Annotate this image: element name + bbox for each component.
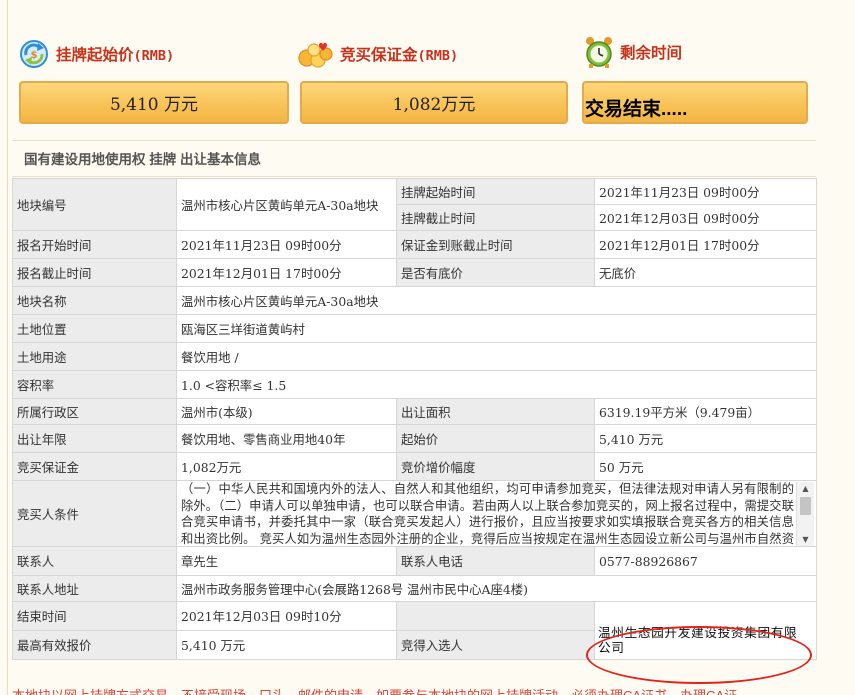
table-row: 土地位置 瓯海区三垟街道黄屿村: [12, 314, 817, 343]
table-row: 报名开始时间 2021年11月23日 09时00分 保证金到账截止时间 2021…: [12, 230, 817, 259]
parcel-no-label: 地块编号: [12, 178, 177, 231]
remaining-time-heading: 剩余时间: [584, 34, 682, 70]
top-bid-label: 最高有效报价: [12, 630, 177, 660]
start-price-value: 5,410 万元: [109, 95, 199, 115]
listing-end-label: 挂牌截止时间: [396, 204, 595, 231]
signup-end-label: 报名截止时间: [12, 258, 177, 287]
conditions-scrollbar[interactable]: ▲ ▼: [796, 482, 814, 546]
listing-end-value: 2021年12月03日 09时00分: [594, 204, 817, 231]
address-value: 温州市政务服务管理中心(会展路1268号 温州市民中心A座4楼): [176, 575, 817, 602]
parcel-info-table: 地块编号 温州市核心片区黄屿单元A-30a地块 挂牌起始时间 2021年11月2…: [12, 178, 817, 660]
deposit-deadline-value: 2021年12月01日 17时00分: [594, 230, 817, 259]
contact-value: 章先生: [176, 546, 397, 576]
conditions-cell: （一）中华人民共和国境内外的法人、自然人和其他组织，均可申请参加竞买，但法律法规…: [176, 480, 817, 547]
scrollbar-thumb[interactable]: [800, 497, 811, 515]
coins-heart-icon: [296, 38, 334, 70]
increment-label: 竞价增价幅度: [396, 452, 595, 481]
conditions-text: （一）中华人民共和国境内外的法人、自然人和其他组织，均可申请参加竞买，但法律法规…: [181, 482, 794, 546]
listing-start-value: 2021年11月23日 09时00分: [594, 178, 817, 205]
table-row: 所属行政区 温州市(本级) 出让面积 6319.19平方米（9.479亩）: [12, 398, 817, 425]
start-price-row-value: 5,410 万元: [594, 424, 817, 453]
term-value: 餐饮用地、零售商业用地40年: [176, 424, 397, 453]
alarm-clock-icon: [584, 35, 614, 69]
deposit-label: 竞买保证金: [340, 47, 418, 64]
conditions-label: 竞买人条件: [12, 480, 177, 547]
district-label: 所属行政区: [12, 398, 177, 425]
end-time-label: 结束时间: [12, 601, 177, 631]
start-price-box: 5,410 万元: [19, 81, 289, 124]
conditions-textarea[interactable]: （一）中华人民共和国境内外的法人、自然人和其他组织，均可申请参加竞买，但法律法规…: [177, 482, 816, 546]
section-top-divider: [12, 140, 816, 141]
deposit-heading: 竞买保证金(RMB): [296, 36, 458, 72]
table-row: 出让年限 餐饮用地、零售商业用地40年 起始价 5,410 万元: [12, 424, 817, 453]
winner-label: 竞得入选人: [396, 630, 595, 660]
parcel-name-value: 温州市核心片区黄屿单元A-30a地块: [176, 286, 817, 315]
page-left-border: [7, 0, 8, 695]
reserve-label: 是否有底价: [396, 258, 595, 287]
reserve-value: 无底价: [594, 258, 817, 287]
location-label: 土地位置: [12, 314, 177, 343]
deposit-value: 1,082万元: [392, 95, 476, 115]
area-label: 出让面积: [396, 398, 595, 425]
phone-label: 联系人电话: [396, 546, 595, 576]
location-value: 瓯海区三垟街道黄屿村: [176, 314, 817, 343]
start-price-row-label: 起始价: [396, 424, 595, 453]
deposit-unit: (RMB): [417, 48, 459, 64]
contact-label: 联系人: [12, 546, 177, 576]
top-bid-value: 5,410 万元: [176, 630, 397, 660]
start-price-unit: (RMB): [133, 48, 175, 64]
table-row: 联系人地址 温州市政务服务管理中心(会展路1268号 温州市民中心A座4楼): [12, 575, 817, 602]
section-title: 国有建设用地使用权 挂牌 出让基本信息: [24, 152, 262, 167]
trading-notice: 本地块以网上挂牌方式交易，不接受现场、口头、邮件的申请，如要参与本地块的网上挂牌…: [12, 685, 737, 695]
scroll-up-arrow-icon[interactable]: ▲: [797, 482, 814, 495]
deposit-box: 1,082万元: [300, 81, 568, 124]
start-price-heading: $ 挂牌起始价(RMB): [18, 36, 174, 72]
far-value: 1.0 <容积率≤ 1.5: [176, 370, 817, 399]
end-time-value: 2021年12月03日 09时10分: [176, 601, 397, 631]
table-row: 地块编号 温州市核心片区黄屿单元A-30a地块 挂牌起始时间 2021年11月2…: [12, 178, 817, 231]
bid-deposit-value: 1,082万元: [176, 452, 397, 481]
increment-value: 50 万元: [594, 452, 817, 481]
table-row: 联系人 章先生 联系人电话 0577-88926867: [12, 546, 817, 576]
table-row: 竞买保证金 1,082万元 竞价增价幅度 50 万元: [12, 452, 817, 481]
winner-value: 温州生态园开发建设投资集团有限公司: [598, 625, 798, 655]
table-row: 土地用途 餐饮用地 /: [12, 342, 817, 371]
money-refresh-icon: $: [18, 38, 50, 70]
remaining-time-label: 剩余时间: [620, 45, 683, 62]
phone-value: 0577-88926867: [594, 546, 817, 576]
scroll-down-arrow-icon[interactable]: ▼: [797, 533, 814, 546]
table-row: 竞买人条件 （一）中华人民共和国境内外的法人、自然人和其他组织，均可申请参加竞买…: [12, 480, 817, 547]
signup-start-label: 报名开始时间: [12, 230, 177, 259]
start-price-label: 挂牌起始价: [56, 47, 134, 64]
signup-start-value: 2021年11月23日 09时00分: [176, 230, 397, 259]
usage-label: 土地用途: [12, 342, 177, 371]
parcel-no-value: 温州市核心片区黄屿单元A-30a地块: [176, 178, 397, 231]
auction-page: $ 挂牌起始价(RMB) 5,410 万元 竞买保证金(RMB) 1,082万元: [0, 0, 855, 695]
area-value: 6319.19平方米（9.479亩）: [594, 398, 817, 425]
bid-deposit-label: 竞买保证金: [12, 452, 177, 481]
far-label: 容积率: [12, 370, 177, 399]
table-row: 报名截止时间 2021年12月01日 17时00分 是否有底价 无底价: [12, 258, 817, 287]
district-value: 温州市(本级): [176, 398, 397, 425]
winner-cell: 温州生态园开发建设投资集团有限公司: [594, 601, 817, 660]
section-bottom-divider: [12, 176, 816, 177]
remaining-time-box: 交易结束.....: [582, 81, 808, 124]
table-row: 结束时间 2021年12月03日 09时10分 温州生态园开发建设投资集团有限公…: [12, 601, 817, 660]
blank-label-cell: [396, 601, 595, 631]
notice-strip: 本地块以网上挂牌方式交易，不接受现场、口头、邮件的申请，如要参与本地块的网上挂牌…: [0, 683, 855, 695]
signup-end-value: 2021年12月01日 17时00分: [176, 258, 397, 287]
deposit-deadline-label: 保证金到账截止时间: [396, 230, 595, 259]
svg-text:$: $: [31, 50, 38, 61]
remaining-time-value: 交易结束.....: [585, 99, 688, 120]
term-label: 出让年限: [12, 424, 177, 453]
table-row: 地块名称 温州市核心片区黄屿单元A-30a地块: [12, 286, 817, 315]
parcel-name-label: 地块名称: [12, 286, 177, 315]
table-row: 容积率 1.0 <容积率≤ 1.5: [12, 370, 817, 399]
usage-value: 餐饮用地 /: [176, 342, 817, 371]
listing-start-label: 挂牌起始时间: [396, 178, 595, 205]
address-label: 联系人地址: [12, 575, 177, 602]
